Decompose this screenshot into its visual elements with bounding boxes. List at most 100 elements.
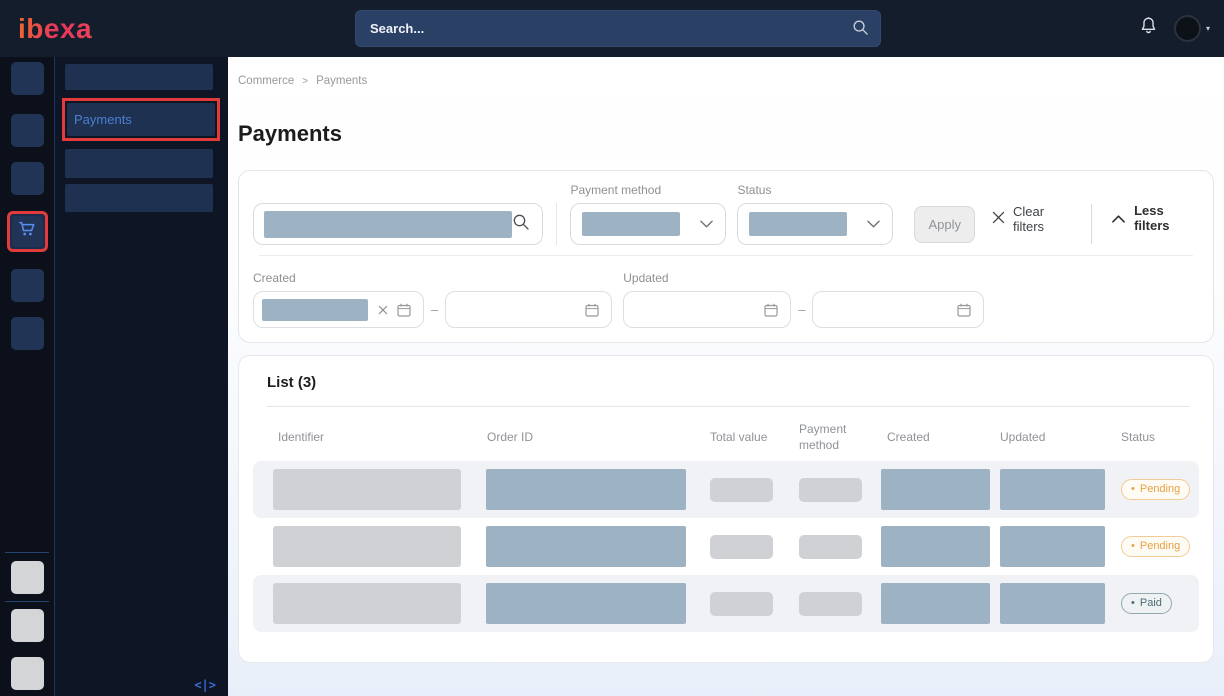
page-title: Payments [238, 121, 1214, 147]
rail-divider [5, 552, 49, 553]
user-menu[interactable]: ▾ [1174, 15, 1210, 42]
rail-item-3[interactable] [11, 162, 44, 195]
redacted-order-id [486, 583, 686, 624]
rail-bottom-item-2[interactable] [11, 609, 44, 642]
topbar: ibexa ▾ [0, 0, 1224, 57]
filter-divider [556, 203, 557, 245]
calendar-icon[interactable] [584, 302, 600, 318]
updated-from-input[interactable] [623, 291, 791, 328]
filter-divider [1091, 204, 1092, 244]
clear-filters-button[interactable]: Clear filters [992, 204, 1075, 234]
status-badge: •Pending [1121, 536, 1190, 557]
col-status: Status [1117, 429, 1199, 445]
filters-row-divider [259, 255, 1193, 256]
breadcrumb: Commerce > Payments [238, 75, 1214, 88]
less-filters-button[interactable]: Less filters [1112, 203, 1199, 233]
clear-date-icon[interactable] [378, 305, 388, 315]
redacted-identifier [273, 583, 461, 624]
table-row[interactable]: •Pending [253, 518, 1199, 575]
rail-item-2[interactable] [11, 114, 44, 147]
list-title: List (3) [267, 374, 1199, 391]
col-order-id: Order ID [486, 429, 710, 445]
payment-method-label: Payment method [570, 183, 726, 197]
col-payment-method: Payment method [799, 421, 869, 453]
redacted-identifier [273, 469, 461, 510]
search-icon[interactable] [512, 213, 530, 236]
rail-divider [5, 601, 49, 602]
date-range-separator: – [798, 302, 805, 317]
redacted-payment-method [799, 535, 862, 559]
redacted-updated [1000, 526, 1105, 567]
redacted-date-value [262, 299, 368, 321]
table-row[interactable]: •Paid [253, 575, 1199, 632]
redacted-created [881, 469, 990, 510]
rail-item-commerce-highlight [7, 211, 48, 252]
redacted-order-id [486, 526, 686, 567]
updated-to-input[interactable] [812, 291, 984, 328]
created-to-input[interactable] [445, 291, 612, 328]
redacted-updated [1000, 469, 1105, 510]
cart-icon [16, 219, 38, 244]
redacted-select-value [582, 212, 680, 236]
redacted-select-value [749, 212, 847, 236]
avatar[interactable] [1174, 15, 1201, 42]
less-filters-label: Less filters [1134, 203, 1199, 233]
payments-list-panel: List (3) Identifier Order ID Total value… [238, 355, 1214, 663]
date-range-separator: – [431, 302, 438, 317]
secondary-sidebar: Payments <|> [55, 57, 228, 696]
main-content: Commerce > Payments Payments Payment met… [228, 57, 1224, 696]
redacted-total-value [710, 478, 773, 502]
col-created: Created [881, 429, 1000, 445]
rail-bottom-item-1[interactable] [11, 561, 44, 594]
breadcrumb-commerce[interactable]: Commerce [238, 75, 294, 88]
apply-button[interactable]: Apply [914, 206, 975, 243]
filters-panel: Payment method Status [238, 170, 1214, 343]
clear-filters-label: Clear filters [1013, 204, 1075, 234]
sidebar-item-4[interactable] [65, 184, 213, 212]
sidebar-item-label: Payments [74, 112, 132, 127]
rail-item-1[interactable] [11, 62, 44, 95]
caret-down-icon[interactable]: ▾ [1206, 24, 1210, 33]
redacted-identifier [273, 526, 461, 567]
rail-item-commerce[interactable] [12, 216, 43, 247]
redacted-created [881, 583, 990, 624]
status-select[interactable] [737, 203, 893, 245]
status-badge: •Pending [1121, 479, 1190, 500]
ibexa-logo[interactable]: ibexa [18, 13, 92, 45]
search-icon[interactable] [852, 19, 869, 41]
table-row[interactable]: •Pending [253, 461, 1199, 518]
redacted-payment-method [799, 478, 862, 502]
rail-bottom-item-3[interactable] [11, 657, 44, 690]
payment-method-select[interactable] [570, 203, 726, 245]
created-from-input[interactable] [253, 291, 424, 328]
redacted-total-value [710, 535, 773, 559]
global-search-input[interactable] [355, 10, 881, 47]
status-dot: • [1131, 483, 1135, 495]
calendar-icon[interactable] [956, 302, 972, 318]
bell-icon[interactable] [1139, 16, 1158, 41]
status-badge: •Paid [1121, 593, 1172, 614]
redacted-search-value [264, 211, 512, 238]
status-dot: • [1131, 540, 1135, 552]
global-search [355, 10, 881, 47]
rail-item-5[interactable] [11, 269, 44, 302]
sidebar-item-1[interactable] [65, 64, 213, 90]
calendar-icon[interactable] [396, 302, 412, 318]
updated-label: Updated [623, 271, 984, 285]
created-label: Created [253, 271, 612, 285]
chevron-down-icon [867, 220, 880, 228]
sidebar-item-payments[interactable]: Payments [67, 103, 215, 136]
status-label: Status [737, 183, 893, 197]
col-updated: Updated [1000, 429, 1117, 445]
collapse-sidebar-icon[interactable]: <|> [194, 678, 216, 692]
col-total-value: Total value [710, 429, 799, 445]
icon-rail [0, 57, 55, 696]
redacted-updated [1000, 583, 1105, 624]
col-identifier: Identifier [253, 429, 486, 445]
rail-item-6[interactable] [11, 317, 44, 350]
sidebar-item-payments-highlight: Payments [62, 98, 220, 141]
calendar-icon[interactable] [763, 302, 779, 318]
sidebar-item-3[interactable] [65, 149, 213, 178]
filter-search-input[interactable] [253, 203, 543, 245]
breadcrumb-separator: > [302, 75, 308, 88]
